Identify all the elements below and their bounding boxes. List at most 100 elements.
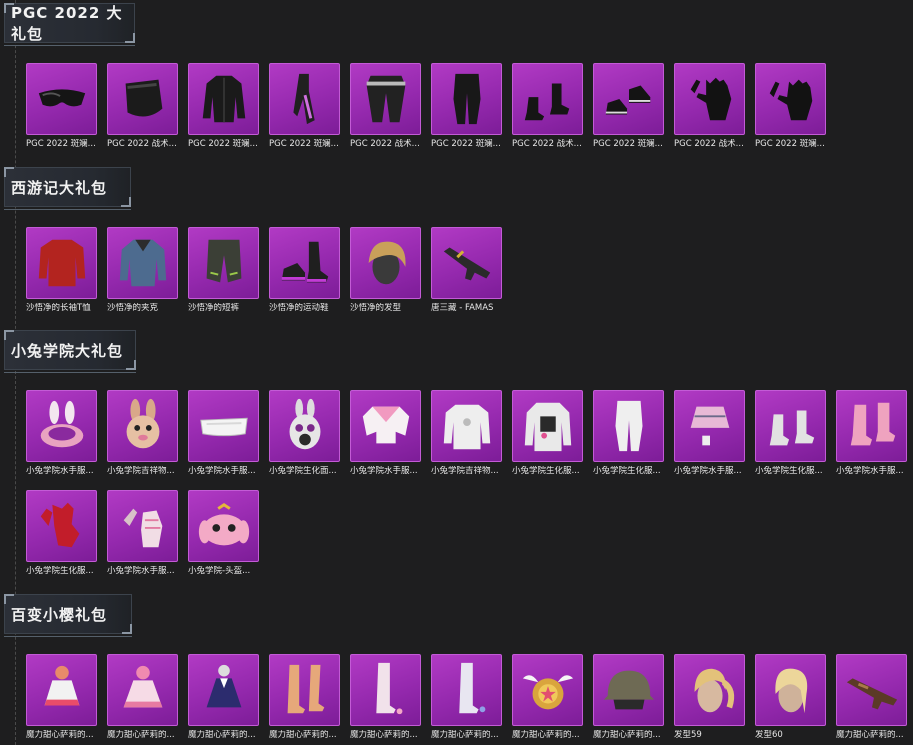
item-card[interactable]: PGC 2022 斑斓... [26, 63, 97, 149]
item-label: PGC 2022 战术... [350, 139, 420, 149]
item-card[interactable]: 小兔学院生化服... [755, 390, 826, 476]
item-tile[interactable] [755, 63, 826, 135]
item-card[interactable]: 小兔学院生化服... [593, 390, 664, 476]
section-underline [4, 372, 136, 373]
item-tile[interactable] [107, 654, 178, 726]
item-card[interactable]: 魔力甜心萨莉的... [836, 654, 907, 740]
item-label: 发型60 [755, 730, 783, 740]
item-card[interactable]: 唐三藏 - FAMAS [431, 227, 502, 313]
item-tile[interactable] [188, 227, 259, 299]
item-tile[interactable] [512, 654, 583, 726]
item-tile[interactable] [593, 390, 664, 462]
item-tile[interactable] [26, 63, 97, 135]
item-card[interactable]: 小兔学院吉祥物... [107, 390, 178, 476]
item-tile[interactable] [512, 63, 583, 135]
item-label: 魔力甜心萨莉的... [269, 730, 337, 740]
item-card[interactable]: PGC 2022 战术... [512, 63, 583, 149]
item-tile[interactable] [593, 654, 664, 726]
item-card[interactable]: PGC 2022 斑斓... [755, 63, 826, 149]
item-label: 小兔学院水手服... [188, 466, 256, 476]
item-tile[interactable] [107, 490, 178, 562]
item-tile[interactable] [674, 390, 745, 462]
item-card[interactable]: 魔力甜心萨莉的... [431, 654, 502, 740]
item-tile[interactable] [755, 654, 826, 726]
item-tile[interactable] [431, 227, 502, 299]
item-card[interactable]: 小兔学院-头盔... [188, 490, 259, 576]
item-tile[interactable] [431, 654, 502, 726]
dress-outfit-icon [195, 661, 253, 719]
pants-icon [438, 70, 496, 128]
item-tile[interactable] [836, 654, 907, 726]
item-card[interactable]: 发型59 [674, 654, 745, 740]
item-card[interactable]: 小兔学院水手服... [350, 390, 421, 476]
item-tile[interactable] [107, 390, 178, 462]
item-card[interactable]: 小兔学院水手服... [107, 490, 178, 576]
item-card[interactable]: 小兔学院水手服... [836, 390, 907, 476]
item-card[interactable]: 小兔学院生化面... [269, 390, 340, 476]
item-tile[interactable] [107, 227, 178, 299]
item-tile[interactable] [836, 390, 907, 462]
item-card[interactable]: 魔力甜心萨莉的... [593, 654, 664, 740]
item-card[interactable]: 魔力甜心萨莉的... [188, 654, 259, 740]
item-card[interactable]: 魔力甜心萨莉的... [269, 654, 340, 740]
item-card[interactable]: PGC 2022 斑斓... [188, 63, 259, 149]
item-card[interactable]: 沙悟净的夹克 [107, 227, 178, 313]
item-tile[interactable] [269, 227, 340, 299]
item-card[interactable]: PGC 2022 战术... [107, 63, 178, 149]
item-tile[interactable] [188, 390, 259, 462]
item-card[interactable]: PGC 2022 战术... [674, 63, 745, 149]
section-title: 西游记大礼包 [4, 167, 131, 207]
item-tile[interactable] [269, 63, 340, 135]
item-tile[interactable] [107, 63, 178, 135]
item-tile[interactable] [26, 490, 97, 562]
item-card[interactable]: 魔力甜心萨莉的... [512, 654, 583, 740]
item-card[interactable]: 小兔学院生化服... [512, 390, 583, 476]
item-card[interactable]: 发型60 [755, 654, 826, 740]
item-card[interactable]: 小兔学院吉祥物... [431, 390, 502, 476]
item-tile[interactable] [755, 390, 826, 462]
item-card[interactable]: 小兔学院水手服... [188, 390, 259, 476]
item-tile[interactable] [431, 63, 502, 135]
item-tile[interactable] [593, 63, 664, 135]
item-tile[interactable] [26, 390, 97, 462]
item-tile[interactable] [269, 390, 340, 462]
gloves-icon [681, 70, 739, 128]
item-card[interactable]: 沙悟净的发型 [350, 227, 421, 313]
item-tile[interactable] [26, 654, 97, 726]
section-title: 小兔学院大礼包 [4, 330, 136, 370]
item-card[interactable]: 魔力甜心萨莉的... [350, 654, 421, 740]
item-tile[interactable] [188, 654, 259, 726]
item-tile[interactable] [674, 63, 745, 135]
section-title: PGC 2022 大礼包 [4, 3, 135, 43]
item-card[interactable]: 小兔学院水手服... [674, 390, 745, 476]
item-tile[interactable] [674, 654, 745, 726]
item-card[interactable]: 魔力甜心萨莉的... [107, 654, 178, 740]
item-card[interactable]: 沙悟净的运动鞋 [269, 227, 340, 313]
item-tile[interactable] [350, 63, 421, 135]
item-card[interactable]: 小兔学院水手服... [26, 390, 97, 476]
item-tile[interactable] [431, 390, 502, 462]
item-card[interactable]: PGC 2022 战术... [350, 63, 421, 149]
item-card[interactable]: PGC 2022 斑斓... [431, 63, 502, 149]
item-card[interactable]: 魔力甜心萨莉的... [26, 654, 97, 740]
thigh-boots-icon [276, 661, 334, 719]
item-tile[interactable] [350, 390, 421, 462]
item-card[interactable]: PGC 2022 斑斓... [593, 63, 664, 149]
item-tile[interactable] [26, 227, 97, 299]
item-tile[interactable] [350, 654, 421, 726]
item-label: 魔力甜心萨莉的... [350, 730, 418, 740]
item-card[interactable]: 沙悟净的短裤 [188, 227, 259, 313]
item-card[interactable]: 小兔学院生化服... [26, 490, 97, 576]
item-tile[interactable] [350, 227, 421, 299]
item-tile[interactable] [188, 490, 259, 562]
item-label: 小兔学院水手服... [674, 466, 742, 476]
item-tile[interactable] [512, 390, 583, 462]
item-tile[interactable] [188, 63, 259, 135]
item-card[interactable]: 沙悟净的长袖T恤 [26, 227, 97, 313]
boots-icon [519, 70, 577, 128]
sweater-icon [438, 397, 496, 455]
item-card[interactable]: PGC 2022 斑斓... [269, 63, 340, 149]
item-label: PGC 2022 战术... [107, 139, 177, 149]
face-mask-icon [114, 70, 172, 128]
item-tile[interactable] [269, 654, 340, 726]
